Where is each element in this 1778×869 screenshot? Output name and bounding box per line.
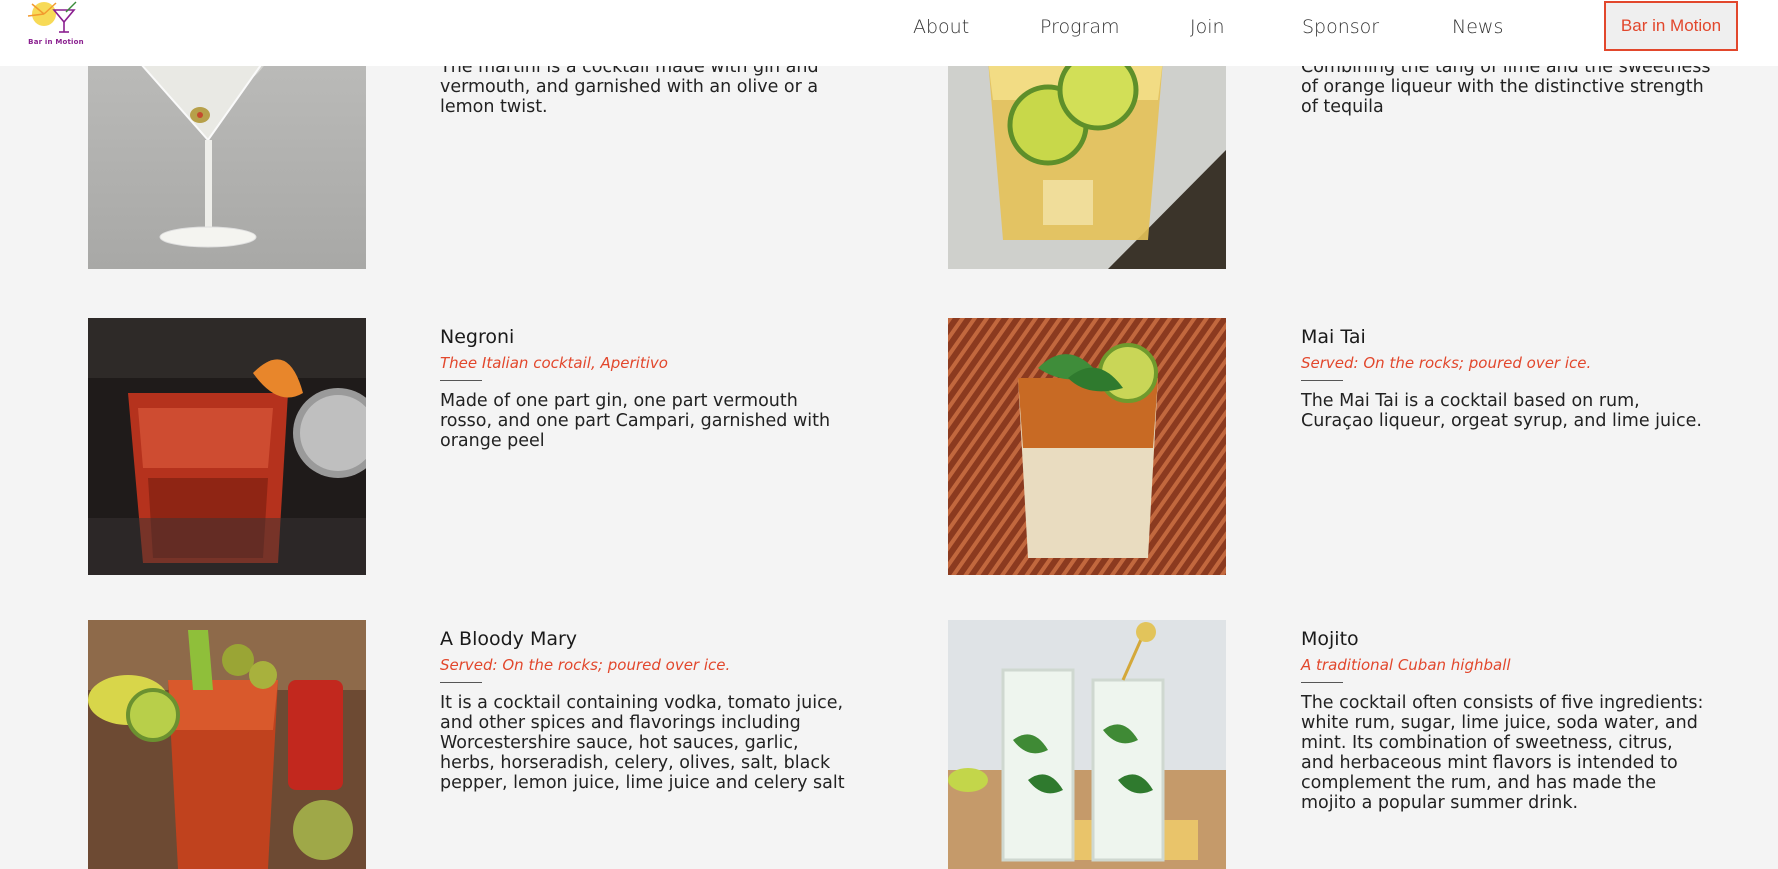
nav-news[interactable]: News xyxy=(1452,16,1503,38)
title-divider xyxy=(1301,380,1343,381)
cocktail-description: It is a cocktail containing vodka, tomat… xyxy=(440,693,845,793)
cocktail-title: Mai Tai xyxy=(1301,326,1366,348)
title-divider xyxy=(440,682,482,683)
cocktail-description: Combining the tang of lime and the sweet… xyxy=(1301,57,1711,117)
bar-in-motion-button[interactable]: Bar in Motion xyxy=(1604,1,1738,51)
site-header: Bar in Motion About Program Join Sponsor… xyxy=(0,0,1778,66)
cocktail-description: The Mai Tai is a cocktail based on rum, … xyxy=(1301,391,1702,431)
cocktail-description: The martini is a cocktail made with gin … xyxy=(440,57,819,117)
bloody-mary-photo xyxy=(88,620,366,869)
nav-sponsor[interactable]: Sponsor xyxy=(1302,16,1379,38)
title-divider xyxy=(440,380,482,381)
nav-program[interactable]: Program xyxy=(1040,16,1120,38)
logo-text: Bar in Motion xyxy=(28,38,84,46)
nav-about[interactable]: About xyxy=(913,16,969,38)
cocktail-title: Negroni xyxy=(440,326,515,348)
cocktail-served: A traditional Cuban highball xyxy=(1301,656,1511,674)
title-divider xyxy=(1301,682,1343,683)
nav-join[interactable]: Join xyxy=(1190,16,1225,38)
cocktail-served: Served: On the rocks; poured over ice. xyxy=(1301,354,1592,372)
mai-tai-photo xyxy=(948,318,1226,575)
cocktail-served: Served: On the rocks; poured over ice. xyxy=(440,656,731,674)
cocktail-served: Thee Italian cocktail, Aperitivo xyxy=(440,354,668,372)
cocktail-title: Mojito xyxy=(1301,628,1359,650)
mojito-photo xyxy=(948,620,1226,869)
cocktail-description: Made of one part gin, one part vermouth … xyxy=(440,391,831,451)
cocktail-description: The cocktail often consists of five ingr… xyxy=(1301,693,1704,813)
cocktail-title: A Bloody Mary xyxy=(440,628,578,650)
negroni-photo xyxy=(88,318,366,575)
logo[interactable]: Bar in Motion xyxy=(14,0,96,50)
